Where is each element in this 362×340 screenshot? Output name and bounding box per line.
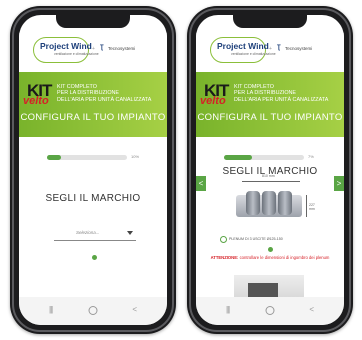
banner-description: KIT COMPLETO PER LA DISTRIBUZIONE DELL'A…	[57, 84, 167, 103]
phone-screen: Project Wind ventilazione e climatizzazi…	[19, 15, 167, 325]
velto-logo-text: velto	[200, 95, 226, 107]
configure-heading: CONFIGURA IL TUO IMPIANTO	[197, 112, 343, 123]
banner-line: DELL'ARIA PER UNITÀ CANALIZZATA	[57, 96, 152, 103]
header-logos: Project Wind ventilazione e climatizzazi…	[196, 33, 344, 69]
prev-arrow-button[interactable]: <	[196, 176, 206, 191]
configure-heading: CONFIGURA IL TUO IMPIANTO	[20, 112, 166, 123]
banner-description: KIT COMPLETO PER LA DISTRIBUZIONE DELL'A…	[234, 84, 344, 103]
plus-icon: +	[269, 46, 272, 52]
progress-label: 7%	[308, 154, 314, 159]
logo-text: Project Wind	[217, 41, 269, 51]
warning-text: controllare le dimensioni di ingombro de…	[239, 255, 330, 260]
phone-mockup-left: Project Wind ventilazione e climatizzazi…	[10, 6, 176, 334]
hero-banner: KIT velto KIT COMPLETO PER LA DISTRIBUZI…	[19, 72, 167, 137]
radio-button[interactable]	[220, 236, 227, 243]
step-indicator-dot	[92, 255, 97, 260]
logo-text: Project Wind	[40, 41, 92, 51]
project-wind-logo[interactable]: Project Wind ventilazione e climatizzazi…	[210, 37, 276, 63]
plenum-product-image: 810 mm 227 mm	[224, 174, 320, 231]
progress-label: 10%	[131, 154, 140, 159]
partner-logo-text: Tecnosystemi	[285, 46, 313, 51]
velto-logo-text: velto	[23, 95, 49, 107]
dimension-line	[306, 195, 307, 217]
warning-message: ATTENZIONE: controllare le dimensioni di…	[206, 255, 334, 261]
recents-icon[interactable]: |||	[226, 305, 230, 314]
brand-select[interactable]: Seleziona...	[54, 228, 136, 241]
plenum-outlet	[278, 191, 292, 215]
step-indicator-dot	[268, 247, 273, 252]
home-icon[interactable]	[265, 306, 275, 315]
progress-fill	[224, 155, 252, 160]
progress-bar	[224, 155, 304, 160]
warning-title: ATTENZIONE:	[210, 255, 239, 260]
select-placeholder: Seleziona...	[76, 230, 100, 235]
home-icon[interactable]	[88, 306, 98, 315]
step-title: SEGLI IL MARCHIO	[45, 193, 141, 204]
dimension-width-label: 810 mm	[262, 174, 275, 178]
tecnosystemi-icon: Ʈ	[100, 45, 104, 51]
header-logos: Project Wind ventilazione e climatizzazi…	[19, 33, 167, 69]
project-wind-logo[interactable]: Project Wind ventilazione e climatizzazi…	[33, 37, 99, 63]
banner-line: DELL'ARIA PER UNITÀ CANALIZZATA	[234, 96, 329, 103]
kit-velto-logo: KIT velto	[200, 81, 232, 109]
notch	[56, 15, 130, 28]
tecnosystemi-icon: Ʈ	[277, 45, 281, 51]
phone-screen: Project Wind ventilazione e climatizzazi…	[196, 15, 344, 325]
plenum-outlet	[262, 191, 276, 215]
recents-icon[interactable]: |||	[49, 305, 53, 314]
progress-fill	[47, 155, 62, 160]
kit-velto-logo: KIT velto	[23, 81, 55, 109]
chevron-down-icon	[127, 231, 133, 235]
android-nav-bar: ||| <	[19, 297, 167, 325]
product-detail	[248, 283, 278, 297]
partner-logo-text: Tecnosystemi	[108, 46, 136, 51]
logo-subtext: ventilazione e climatizzazione	[231, 52, 276, 56]
plus-icon: +	[92, 46, 95, 52]
hero-banner: KIT velto KIT COMPLETO PER LA DISTRIBUZI…	[196, 72, 344, 137]
plenum-option[interactable]: PLENUM DI 3 USCITE Ø125-150	[220, 236, 340, 244]
phone-mockup-right: Project Wind ventilazione e climatizzazi…	[187, 6, 353, 334]
logo-subtext: ventilazione e climatizzazione	[54, 52, 99, 56]
option-label: PLENUM DI 3 USCITE Ø125-150	[229, 237, 283, 241]
dimension-height-label: 227 mm	[309, 203, 315, 211]
back-icon[interactable]: <	[309, 305, 314, 314]
progress-bar	[47, 155, 127, 160]
next-arrow-button[interactable]: >	[334, 176, 344, 191]
plenum-outlet	[246, 191, 260, 215]
back-icon[interactable]: <	[132, 305, 137, 314]
notch	[233, 15, 307, 28]
dimension-line	[242, 181, 300, 182]
android-nav-bar: ||| <	[196, 297, 344, 325]
